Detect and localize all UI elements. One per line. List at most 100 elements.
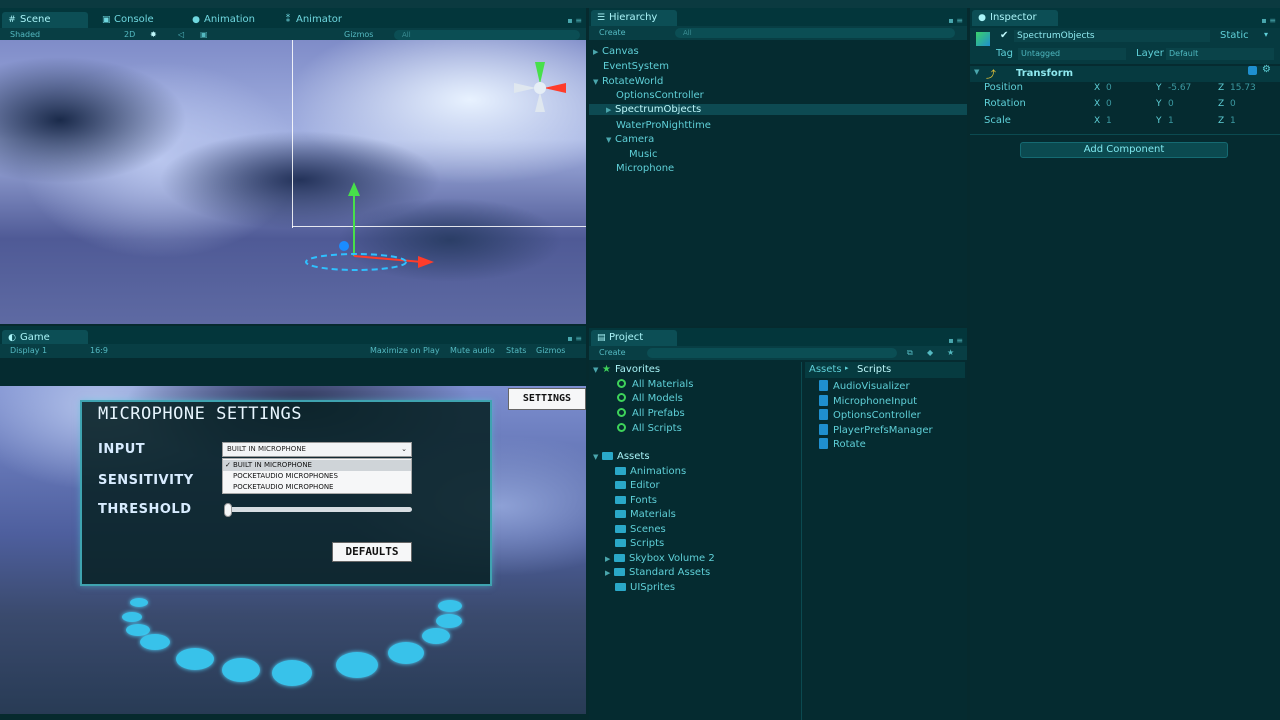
breadcrumb-scripts[interactable]: Scripts [857, 364, 891, 375]
rotation-x-field[interactable]: 0 [1106, 99, 1112, 109]
folder-item[interactable]: Animations [615, 466, 686, 477]
panel-menu-icon[interactable]: ▪ ≡ [567, 16, 582, 25]
position-x-field[interactable]: 0 [1106, 83, 1112, 93]
rotation-x-label: X [1094, 99, 1101, 109]
aspect-dropdown[interactable]: 16:9 [90, 344, 108, 358]
display-dropdown[interactable]: Display 1 [10, 344, 47, 358]
hierarchy-item[interactable]: OptionsController [616, 90, 704, 101]
scale-y-field[interactable]: 1 [1168, 116, 1174, 126]
scene-viewport[interactable] [0, 40, 586, 324]
hierarchy-item[interactable]: EventSystem [603, 61, 669, 72]
folder-item[interactable]: Editor [615, 480, 660, 491]
project-search-input[interactable] [647, 348, 897, 358]
favorite-item[interactable]: All Models [617, 393, 683, 404]
expand-icon[interactable]: ▶ [593, 48, 602, 56]
expand-icon[interactable]: ▶ [605, 555, 614, 563]
create-dropdown[interactable]: Create [599, 26, 626, 40]
move-gizmo[interactable] [298, 180, 438, 280]
tab-scene[interactable]: # Scene [2, 12, 88, 28]
scale-z-field[interactable]: 1 [1230, 116, 1236, 126]
dropdown-option[interactable]: ✓ BUILT IN MICROPHONE [223, 460, 411, 471]
folder-item[interactable]: Scenes [615, 524, 666, 535]
defaults-button[interactable]: DEFAULTS [332, 542, 412, 562]
folder-item[interactable]: Scripts [615, 538, 664, 549]
script-item[interactable]: MicrophoneInput [819, 395, 917, 407]
tab-inspector[interactable]: ● Inspector [972, 10, 1058, 26]
input-device-dropdown[interactable]: BUILT IN MICROPHONE ⌄ [222, 442, 412, 457]
folder-item[interactable]: ▶ Skybox Volume 2 [605, 553, 715, 564]
folder-item[interactable]: Materials [615, 509, 676, 520]
mute-audio-toggle[interactable]: Mute audio [450, 344, 495, 358]
dropdown-option[interactable]: POCKETAUDIO MICROPHONE [223, 482, 411, 493]
collapse-icon[interactable]: ▼ [593, 453, 602, 461]
info-icon: ● [978, 13, 986, 23]
hierarchy-search-input[interactable]: All [675, 28, 955, 38]
orientation-gizmo[interactable] [510, 58, 570, 118]
hierarchy-item[interactable]: ▶ Canvas [593, 46, 639, 57]
collapse-icon[interactable]: ▼ [606, 136, 615, 144]
scene-search-input[interactable]: All [394, 30, 580, 40]
assets-header[interactable]: ▼ Assets [593, 451, 650, 462]
active-checkbox[interactable]: ✔ [1000, 30, 1008, 41]
threshold-slider[interactable] [226, 507, 412, 512]
hierarchy-item[interactable]: WaterProNighttime [616, 120, 711, 131]
inspector-menu-icon[interactable]: ▪ ≡ [1261, 16, 1276, 25]
script-icon [819, 395, 828, 406]
favorite-item[interactable]: All Scripts [617, 423, 682, 434]
label-icon[interactable]: ◆ [927, 346, 933, 360]
project-menu-icon[interactable]: ▪ ≡ [948, 336, 963, 345]
position-z-field[interactable]: 15.73 [1230, 83, 1256, 93]
expand-icon[interactable]: ▶ [605, 569, 614, 577]
favorites-header[interactable]: ▼ ★ Favorites [593, 364, 660, 375]
collapse-icon[interactable]: ▼ [974, 68, 979, 76]
script-item[interactable]: Rotate [819, 438, 866, 450]
favorite-item[interactable]: All Prefabs [617, 408, 685, 419]
layer-dropdown[interactable]: Default [1166, 48, 1274, 60]
filter-icon[interactable]: ⧉ [907, 346, 913, 360]
tab-hierarchy[interactable]: ☰ Hierarchy [591, 10, 677, 26]
threshold-slider-handle[interactable] [224, 503, 232, 517]
maximize-on-play-toggle[interactable]: Maximize on Play [370, 344, 440, 358]
tab-console[interactable]: ▣ Console [96, 12, 162, 28]
hierarchy-menu-icon[interactable]: ▪ ≡ [948, 16, 963, 25]
collapse-icon[interactable]: ▼ [593, 366, 602, 374]
game-gizmos-dropdown[interactable]: Gizmos [536, 344, 565, 358]
static-toggle[interactable]: Static [1220, 30, 1249, 41]
folder-icon [614, 568, 625, 576]
scale-x-field[interactable]: 1 [1106, 116, 1112, 126]
dropdown-option[interactable]: POCKETAUDIO MICROPHONES [223, 471, 411, 482]
help-icon[interactable] [1248, 66, 1257, 75]
script-item[interactable]: OptionsController [819, 409, 921, 421]
folder-item[interactable]: ▶ Standard Assets [605, 567, 710, 578]
favorite-item[interactable]: All Materials [617, 379, 693, 390]
favorite-icon[interactable]: ★ [947, 346, 954, 360]
collapse-icon[interactable]: ▼ [593, 78, 602, 86]
settings-button[interactable]: SETTINGS [508, 388, 586, 410]
object-name-field[interactable]: SpectrumObjects [1014, 30, 1210, 42]
tag-dropdown[interactable]: Untagged [1018, 48, 1126, 60]
script-item[interactable]: AudioVisualizer [819, 380, 910, 392]
script-item[interactable]: PlayerPrefsManager [819, 424, 933, 436]
position-y-field[interactable]: -5.67 [1168, 83, 1191, 93]
game-panel-menu-icon[interactable]: ▪ ≡ [567, 334, 582, 343]
rotation-y-field[interactable]: 0 [1168, 99, 1174, 109]
tab-animation[interactable]: ● Animation [186, 12, 263, 28]
hierarchy-item[interactable]: Music [629, 149, 657, 160]
breadcrumb-assets[interactable]: Assets [809, 364, 842, 375]
tab-animator[interactable]: ⁑ Animator [278, 12, 350, 28]
project-create-dropdown[interactable]: Create [599, 346, 626, 360]
folder-item[interactable]: Fonts [615, 495, 657, 506]
hierarchy-item[interactable]: Microphone [616, 163, 674, 174]
hierarchy-item[interactable]: ▼ Camera [606, 134, 654, 145]
stats-toggle[interactable]: Stats [506, 344, 526, 358]
hierarchy-item[interactable]: ▼ RotateWorld [593, 76, 663, 87]
gear-icon[interactable]: ⚙ [1262, 64, 1271, 75]
tab-project[interactable]: ▤ Project [591, 330, 677, 346]
rotation-z-field[interactable]: 0 [1230, 99, 1236, 109]
folder-item[interactable]: UISprites [615, 582, 675, 593]
expand-icon[interactable]: ▶ [606, 106, 615, 114]
add-component-button[interactable]: Add Component [1020, 142, 1228, 158]
scene-icon: # [8, 15, 16, 25]
hierarchy-item-selected[interactable]: ▶ SpectrumObjects [589, 104, 967, 115]
static-dropdown-icon[interactable]: ▾ [1264, 30, 1268, 39]
